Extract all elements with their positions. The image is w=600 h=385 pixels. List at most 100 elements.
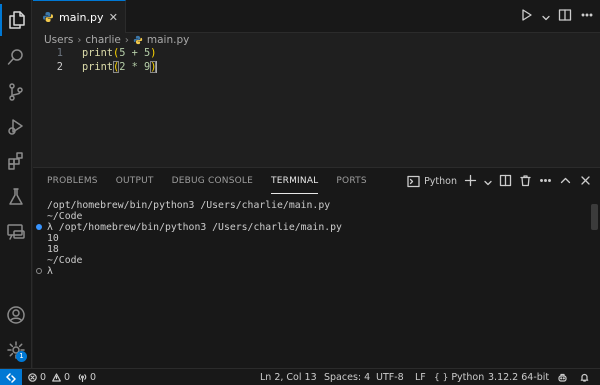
explorer-button[interactable] xyxy=(0,4,32,36)
remote-icon xyxy=(6,372,16,383)
python-interpreter[interactable]: 3.12.2 64-bit xyxy=(488,369,549,385)
problems-status[interactable]: 0 0 xyxy=(28,369,70,385)
warning-count: 0 xyxy=(64,372,71,383)
remote-indicator[interactable] xyxy=(0,369,22,385)
panel-tabs: PROBLEMS OUTPUT DEBUG CONSOLE TERMINAL P… xyxy=(47,174,385,194)
terminal-line: λ /opt/homebrew/bin/python3 /Users/charl… xyxy=(47,222,342,233)
terminal-icon xyxy=(407,175,420,187)
accounts-button[interactable] xyxy=(0,299,32,331)
tab-main-py[interactable]: main.py ✕ xyxy=(33,0,126,33)
copilot-icon xyxy=(558,373,567,382)
breadcrumb-separator: › xyxy=(77,34,82,46)
copilot-status[interactable] xyxy=(558,369,567,385)
terminal-line: ~/Code xyxy=(47,255,83,266)
notifications-button[interactable] xyxy=(580,369,589,385)
chevron-down-icon xyxy=(542,15,550,21)
terminal-line: ~/Code xyxy=(47,211,83,222)
close-panel-button[interactable] xyxy=(579,172,592,191)
encoding-status[interactable]: UTF-8 xyxy=(376,369,404,385)
chevron-up-icon xyxy=(560,177,571,183)
search-icon xyxy=(7,49,23,65)
bell-icon xyxy=(580,373,589,382)
close-icon xyxy=(581,175,590,185)
remote-explorer-icon xyxy=(7,224,25,240)
terminal-prompt: λ xyxy=(47,266,53,277)
source-control-icon xyxy=(9,83,23,101)
braces-icon: { } xyxy=(434,372,449,383)
code-editor[interactable]: 1 print(5 + 5) 2 print(2 * 9) xyxy=(33,46,600,164)
command-empty-decoration[interactable] xyxy=(36,268,42,274)
tab-close-icon[interactable]: ✕ xyxy=(109,11,118,24)
panel-actions: Python xyxy=(407,172,592,190)
files-icon xyxy=(9,11,25,29)
kill-terminal-button[interactable] xyxy=(519,172,532,191)
error-icon xyxy=(28,373,37,382)
ports-status[interactable]: 0 xyxy=(78,369,96,385)
bottom-panel: PROBLEMS OUTPUT DEBUG CONSOLE TERMINAL P… xyxy=(33,167,600,368)
settings-badge: 1 xyxy=(16,351,27,362)
split-editor-icon xyxy=(558,9,572,21)
breadcrumb-item-main-py[interactable]: main.py xyxy=(147,34,189,46)
terminal-selector[interactable]: Python xyxy=(407,175,457,188)
line-number: 1 xyxy=(56,47,63,59)
run-debug-button[interactable] xyxy=(0,110,32,142)
run-debug-icon xyxy=(8,119,23,135)
terminal-name: Python xyxy=(424,175,457,187)
split-editor-button[interactable] xyxy=(558,7,572,26)
cursor-position[interactable]: Ln 2, Col 13 xyxy=(260,369,317,385)
chevron-down-icon xyxy=(484,180,492,185)
search-button[interactable] xyxy=(0,41,32,73)
account-icon xyxy=(7,306,25,324)
new-terminal-button[interactable] xyxy=(464,172,477,191)
tab-ports[interactable]: PORTS xyxy=(336,174,366,194)
terminal-line: 18 xyxy=(47,244,59,255)
command-success-decoration[interactable] xyxy=(36,224,42,230)
split-terminal-icon xyxy=(499,174,512,186)
error-count: 0 xyxy=(40,372,47,383)
indentation-status[interactable]: Spaces: 4 xyxy=(324,369,370,385)
tab-output[interactable]: OUTPUT xyxy=(116,174,154,194)
extensions-icon xyxy=(8,152,23,170)
tab-terminal[interactable]: TERMINAL xyxy=(271,174,319,194)
editor-tab-bar: main.py ✕ xyxy=(33,0,600,33)
tab-label: main.py xyxy=(59,10,104,24)
activity-bar: 1 xyxy=(0,0,32,368)
breadcrumb-separator: › xyxy=(124,34,129,46)
split-terminal-button[interactable] xyxy=(499,172,512,191)
ports-count: 0 xyxy=(90,372,97,383)
terminal-line: /opt/homebrew/bin/python3 /Users/charlie… xyxy=(47,200,331,211)
run-options-dropdown[interactable] xyxy=(542,7,550,26)
manage-button[interactable]: 1 xyxy=(0,334,32,366)
code-args: 2 * 9 xyxy=(119,61,151,73)
terminal-scrollbar[interactable] xyxy=(591,204,598,230)
tab-debug-console[interactable]: DEBUG CONSOLE xyxy=(172,174,253,194)
run-python-file-button[interactable] xyxy=(520,7,534,26)
ellipsis-icon xyxy=(540,178,551,182)
language-mode[interactable]: { } Python xyxy=(434,369,484,385)
code-line[interactable]: 2 print(2 * 9) xyxy=(33,60,600,74)
terminal-prompt-line: λ xyxy=(47,266,53,277)
plus-icon xyxy=(464,174,477,186)
extensions-button[interactable] xyxy=(0,145,32,177)
function-name: print xyxy=(82,61,113,73)
more-actions-button[interactable] xyxy=(580,7,594,26)
breadcrumb-item-users[interactable]: Users xyxy=(44,34,73,46)
code-text: print(5 + 5) xyxy=(82,46,156,60)
close-paren: ) xyxy=(150,47,157,59)
line-number: 2 xyxy=(56,61,63,73)
radio-tower-icon xyxy=(78,374,87,382)
breadcrumb-item-charlie[interactable]: charlie xyxy=(85,34,120,46)
editor-actions xyxy=(520,0,594,33)
testing-button[interactable] xyxy=(0,181,32,213)
terminal-output[interactable]: /opt/homebrew/bin/python3 /Users/charlie… xyxy=(33,200,600,368)
terminal-launch-profile-dropdown[interactable] xyxy=(484,172,492,191)
python-file-icon xyxy=(133,35,143,45)
remote-explorer-button[interactable] xyxy=(0,216,32,248)
tab-problems[interactable]: PROBLEMS xyxy=(47,174,98,194)
text-cursor xyxy=(156,61,158,73)
code-line[interactable]: 1 print(5 + 5) xyxy=(33,46,600,60)
terminal-more-actions-button[interactable] xyxy=(539,172,552,191)
source-control-button[interactable] xyxy=(0,76,32,108)
maximize-panel-button[interactable] xyxy=(559,172,572,191)
eol-status[interactable]: LF xyxy=(415,369,426,385)
